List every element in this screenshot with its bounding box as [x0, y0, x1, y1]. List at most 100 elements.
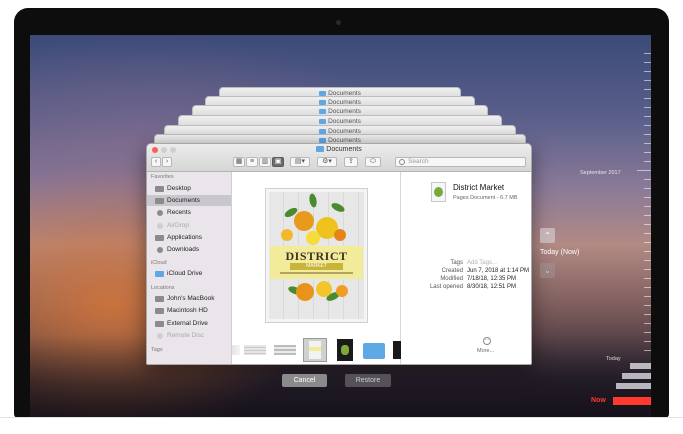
thumbnail-folder[interactable]: [363, 343, 385, 359]
view-columns-button[interactable]: ▥: [259, 157, 271, 167]
timeline-tick[interactable]: [644, 98, 651, 99]
sidebar-item-airdrop[interactable]: AirDrop: [147, 220, 231, 231]
timeline-tick[interactable]: [644, 287, 651, 288]
timeline-tick[interactable]: [644, 197, 651, 198]
timeline-tick[interactable]: [644, 116, 651, 117]
timeline-tick[interactable]: [644, 89, 651, 90]
timeline-tick[interactable]: [644, 143, 651, 144]
sidebar-item-applications[interactable]: Applications: [147, 232, 231, 243]
timeline-now-bar[interactable]: [613, 397, 651, 405]
cancel-button[interactable]: Cancel: [282, 374, 327, 387]
timeline-tick[interactable]: [637, 170, 651, 171]
add-tags-field[interactable]: Add Tags...: [467, 260, 497, 266]
meta-value: 7/18/18, 12:35 PM: [467, 276, 517, 282]
timeline-tick[interactable]: [644, 332, 651, 333]
desktop-icon: [155, 186, 164, 192]
back-button[interactable]: ‹: [151, 157, 161, 167]
camera-dot: [336, 20, 341, 25]
timeline-tick[interactable]: [644, 323, 651, 324]
chevron-left-icon: ‹: [154, 158, 158, 165]
file-name: District Market: [453, 183, 505, 192]
downloads-icon: [157, 247, 163, 253]
thumbnail[interactable]: [244, 345, 266, 355]
window-title: Documents: [326, 146, 362, 153]
timeline-tick[interactable]: [644, 242, 651, 243]
timeline-tick[interactable]: [644, 215, 651, 216]
timeline-tick[interactable]: [644, 71, 651, 72]
sidebar-item-recents[interactable]: Recents: [147, 207, 231, 218]
share-button[interactable]: ⇪: [344, 157, 358, 167]
timeline-bar[interactable]: [616, 383, 651, 389]
search-input[interactable]: Search: [395, 157, 526, 167]
timeline-tick[interactable]: [644, 278, 651, 279]
time-machine-up-button[interactable]: ⌃: [540, 228, 555, 243]
timeline-tick[interactable]: [644, 125, 651, 126]
timeline-tick[interactable]: [644, 233, 651, 234]
timeline-bar[interactable]: [630, 363, 651, 369]
forward-button[interactable]: ›: [162, 157, 172, 167]
finder-window: Documents ‹ › ▦ ≡ ▥ ▣ ▤▾ ⚙▾ ⇪ ⬭ Search F…: [146, 143, 532, 365]
timeline-tick[interactable]: [644, 269, 651, 270]
search-icon: [399, 159, 405, 165]
view-gallery-button[interactable]: ▣: [272, 157, 284, 167]
timeline-tick[interactable]: [644, 341, 651, 342]
timeline-tick[interactable]: [644, 107, 651, 108]
timeline-tick[interactable]: [644, 224, 651, 225]
thumbnail[interactable]: [274, 345, 296, 355]
timeline-tick[interactable]: [644, 350, 651, 351]
gallery-icon: ▣: [274, 158, 282, 165]
restore-button[interactable]: Restore: [345, 374, 391, 387]
sidebar-item-downloads[interactable]: Downloads: [147, 244, 231, 255]
thumbnail[interactable]: [393, 341, 401, 359]
timeline-tick[interactable]: [644, 152, 651, 153]
more-icon[interactable]: ···: [483, 337, 491, 345]
group-button[interactable]: ▤▾: [290, 157, 310, 167]
thumbnail-selected[interactable]: [303, 338, 327, 362]
timeline-tick[interactable]: [644, 161, 651, 162]
sidebar-item-icloud-drive[interactable]: iCloud Drive: [147, 268, 231, 279]
more-label[interactable]: More...: [477, 348, 494, 354]
timeline-tick[interactable]: [644, 305, 651, 306]
timeline-tick[interactable]: [644, 314, 651, 315]
clock-icon: [157, 210, 163, 216]
timeline-bar[interactable]: [622, 373, 651, 379]
timeline-tick[interactable]: [644, 62, 651, 63]
timeline-tick[interactable]: [644, 134, 651, 135]
gallery-preview: DISTRICT MARKET: [232, 172, 401, 364]
timeline-tick[interactable]: [644, 260, 651, 261]
gear-icon: ⚙▾: [322, 158, 332, 165]
timeline-tick[interactable]: [644, 188, 651, 189]
titlebar: Documents ‹ › ▦ ≡ ▥ ▣ ▤▾ ⚙▾ ⇪ ⬭ Search: [147, 144, 531, 172]
current-snapshot-label: Today (Now): [540, 249, 580, 256]
action-button[interactable]: ⚙▾: [317, 157, 337, 167]
time-machine-down-button[interactable]: ⌄: [540, 263, 555, 278]
timeline-tick[interactable]: [644, 80, 651, 81]
airdrop-icon: [157, 223, 163, 229]
sidebar-item-documents[interactable]: Documents: [147, 195, 231, 206]
view-icons-button[interactable]: ▦: [233, 157, 245, 167]
sidebar-item-external-drive[interactable]: External Drive: [147, 318, 231, 329]
timeline-tick[interactable]: [644, 251, 651, 252]
sidebar-item-remote-disc[interactable]: Remote Disc: [147, 330, 231, 341]
thumbnail[interactable]: [232, 345, 240, 355]
meta-key: Created: [441, 268, 463, 274]
timeline-tick[interactable]: [644, 53, 651, 54]
timeline-tick[interactable]: [644, 179, 651, 180]
share-icon: ⇪: [348, 158, 354, 165]
timeline-tick[interactable]: [644, 206, 651, 207]
search-placeholder: Search: [408, 158, 429, 165]
meta-row-modified: Modified 7/18/18, 12:35 PM: [401, 276, 531, 284]
meta-row-last-opened: Last opened 8/30/18, 12:51 PM: [401, 284, 531, 292]
meta-key: Modified: [440, 276, 463, 282]
thumbnail[interactable]: [337, 339, 353, 361]
timeline-tick[interactable]: [644, 296, 651, 297]
sidebar-item-macintosh-hd[interactable]: Macintosh HD: [147, 305, 231, 316]
document-preview[interactable]: DISTRICT MARKET: [265, 188, 368, 323]
tag-icon: ⬭: [370, 158, 376, 165]
sidebar-item-johns-macbook[interactable]: John's MacBook: [147, 293, 231, 304]
meta-key: Tags: [450, 260, 463, 266]
tags-button[interactable]: ⬭: [365, 157, 381, 167]
sidebar-item-desktop[interactable]: Desktop: [147, 183, 231, 194]
view-list-button[interactable]: ≡: [246, 157, 258, 167]
meta-row-tags: Tags Add Tags...: [401, 260, 531, 268]
